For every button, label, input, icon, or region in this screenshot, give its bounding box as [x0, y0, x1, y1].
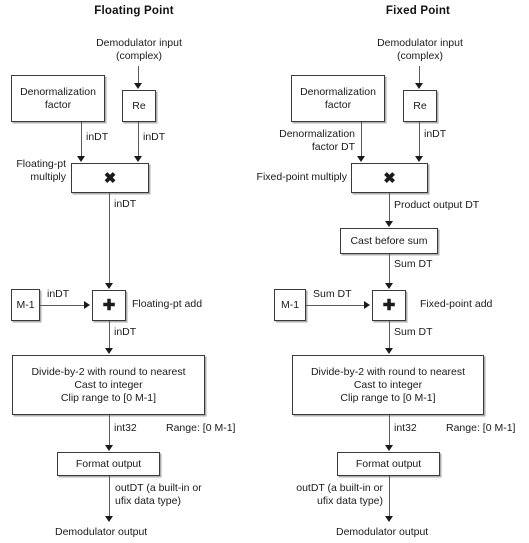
range-label-fixed: Range: [0 M-1] [446, 422, 516, 434]
range-label-floating: Range: [0 M-1] [166, 422, 236, 434]
side-label-add-floating: Floating-pt add [132, 298, 203, 310]
box-denormalization-factor-fixed: Denormalization factor [291, 75, 385, 122]
arrowhead-re-to-multiply-floating [134, 156, 142, 162]
edge-multiply-to-cast-fixed [389, 193, 390, 222]
edge-add-to-divide-floating [109, 321, 110, 349]
side-label-multiply-fixed: Fixed-point multiply [256, 171, 347, 183]
arrowhead-cast-to-add-fixed [385, 283, 393, 289]
box-format-output-floating: Format output [57, 452, 160, 476]
box-add-floating: ✚ [92, 290, 126, 321]
edge-format-to-output-floating [109, 476, 110, 517]
panel-title-floating: Floating Point [94, 5, 174, 17]
multiply-operator-icon: ✖ [103, 169, 117, 187]
edge-re-to-multiply-floating [138, 122, 139, 157]
arrowhead-re-to-multiply-fixed [415, 156, 423, 162]
arrowhead-format-to-output-floating [105, 516, 113, 522]
edge-divide-to-format-floating [109, 415, 110, 446]
edge-label-add-to-divide-fixed: Sum DT [394, 326, 433, 338]
box-label: Re [132, 99, 146, 112]
edge-label-divide-to-format-floating: int32 [114, 422, 137, 434]
edge-label-m-to-add-fixed: Sum DT [313, 288, 352, 300]
arrowhead-denorm-to-multiply-fixed [357, 156, 365, 162]
box-label: Cast before sum [350, 234, 428, 247]
box-label: Denormalization factor [20, 85, 96, 111]
box-m-minus-1-floating: M-1 [11, 289, 40, 321]
box-re-fixed: Re [403, 90, 437, 122]
box-divide-clip-fixed: Divide-by-2 with round to nearest Cast t… [292, 355, 484, 415]
box-label: Divide-by-2 with round to nearest Cast t… [310, 365, 466, 404]
box-label: Re [413, 99, 427, 112]
edge-divide-to-format-fixed [389, 415, 390, 446]
edge-label-format-to-output-fixed: outDT (a built-in or ufix data type) [296, 482, 383, 507]
edge-denorm-to-multiply-floating [81, 122, 82, 157]
box-denormalization-factor-floating: Denormalization factor [11, 75, 105, 122]
arrowhead-input-to-re-fixed [415, 83, 423, 89]
box-divide-clip-floating: Divide-by-2 with round to nearest Cast t… [12, 355, 205, 415]
edge-re-to-multiply-fixed [419, 122, 420, 157]
edge-label-re-to-multiply-fixed: inDT [424, 128, 447, 140]
arrowhead-multiply-to-cast-fixed [385, 221, 393, 227]
edge-denorm-to-multiply-fixed [361, 122, 362, 157]
box-cast-before-sum-fixed: Cast before sum [340, 228, 438, 254]
edge-cast-to-add-fixed [389, 254, 390, 284]
edge-add-to-divide-fixed [389, 321, 390, 349]
source-label-floating: Demodulator input (complex) [96, 37, 182, 62]
box-label: Format output [75, 457, 142, 470]
arrowhead-multiply-to-add-floating [105, 283, 113, 289]
arrowhead-m-to-add-floating [84, 301, 90, 309]
box-format-output-fixed: Format output [337, 452, 440, 476]
box-label: Denormalization factor [300, 85, 376, 111]
edge-m-to-add-floating [40, 305, 85, 306]
arrowhead-add-to-divide-floating [105, 348, 113, 354]
edge-label-multiply-to-add-floating: inDT [114, 198, 137, 210]
edge-label-multiply-to-cast-fixed: Product output DT [394, 199, 480, 211]
panel-title-fixed: Fixed Point [385, 5, 451, 17]
edge-multiply-to-add-floating [109, 193, 110, 284]
output-label-fixed: Demodulator output [336, 526, 429, 538]
box-label: M-1 [16, 298, 35, 311]
diagram-canvas: Floating Point Demodulator input (comple… [0, 0, 529, 543]
box-label: M-1 [280, 298, 300, 311]
arrowhead-divide-to-format-floating [105, 445, 113, 451]
box-label: Divide-by-2 with round to nearest Cast t… [31, 365, 186, 404]
arrowhead-format-to-output-fixed [385, 516, 393, 522]
side-label-multiply-floating: Floating-pt multiply [16, 158, 66, 183]
output-label-floating: Demodulator output [55, 526, 148, 538]
side-label-add-fixed: Fixed-point add [420, 298, 493, 310]
arrowhead-divide-to-format-fixed [385, 445, 393, 451]
box-re-floating: Re [122, 90, 156, 122]
box-multiply-floating: ✖ [71, 163, 149, 193]
add-operator-icon: ✚ [382, 297, 396, 314]
edge-label-cast-to-add-fixed: Sum DT [394, 258, 433, 270]
edge-label-divide-to-format-fixed: int32 [394, 422, 417, 434]
edge-label-format-to-output-floating: outDT (a built-in or ufix data type) [115, 482, 202, 507]
edge-label-denorm-to-multiply-floating: inDT [86, 131, 109, 143]
arrowhead-input-to-re-floating [134, 83, 142, 89]
arrowhead-add-to-divide-fixed [385, 348, 393, 354]
add-operator-icon: ✚ [102, 297, 116, 314]
multiply-operator-icon: ✖ [383, 169, 396, 187]
box-m-minus-1-fixed: M-1 [274, 289, 306, 321]
edge-label-denorm-to-multiply-fixed: Denormalization factor DT [279, 128, 355, 153]
arrowhead-m-to-add-fixed [364, 301, 370, 309]
box-add-fixed: ✚ [372, 290, 406, 321]
edge-format-to-output-fixed [389, 476, 390, 517]
arrowhead-denorm-to-multiply-floating [77, 156, 85, 162]
edge-label-m-to-add-floating: inDT [47, 288, 70, 300]
edge-label-add-to-divide-floating: inDT [114, 326, 137, 338]
edge-m-to-add-fixed [306, 305, 365, 306]
source-label-fixed: Demodulator input (complex) [377, 37, 463, 62]
box-label: Format output [355, 457, 422, 470]
box-multiply-fixed: ✖ [351, 163, 428, 193]
edge-label-re-to-multiply-floating: inDT [143, 131, 166, 143]
